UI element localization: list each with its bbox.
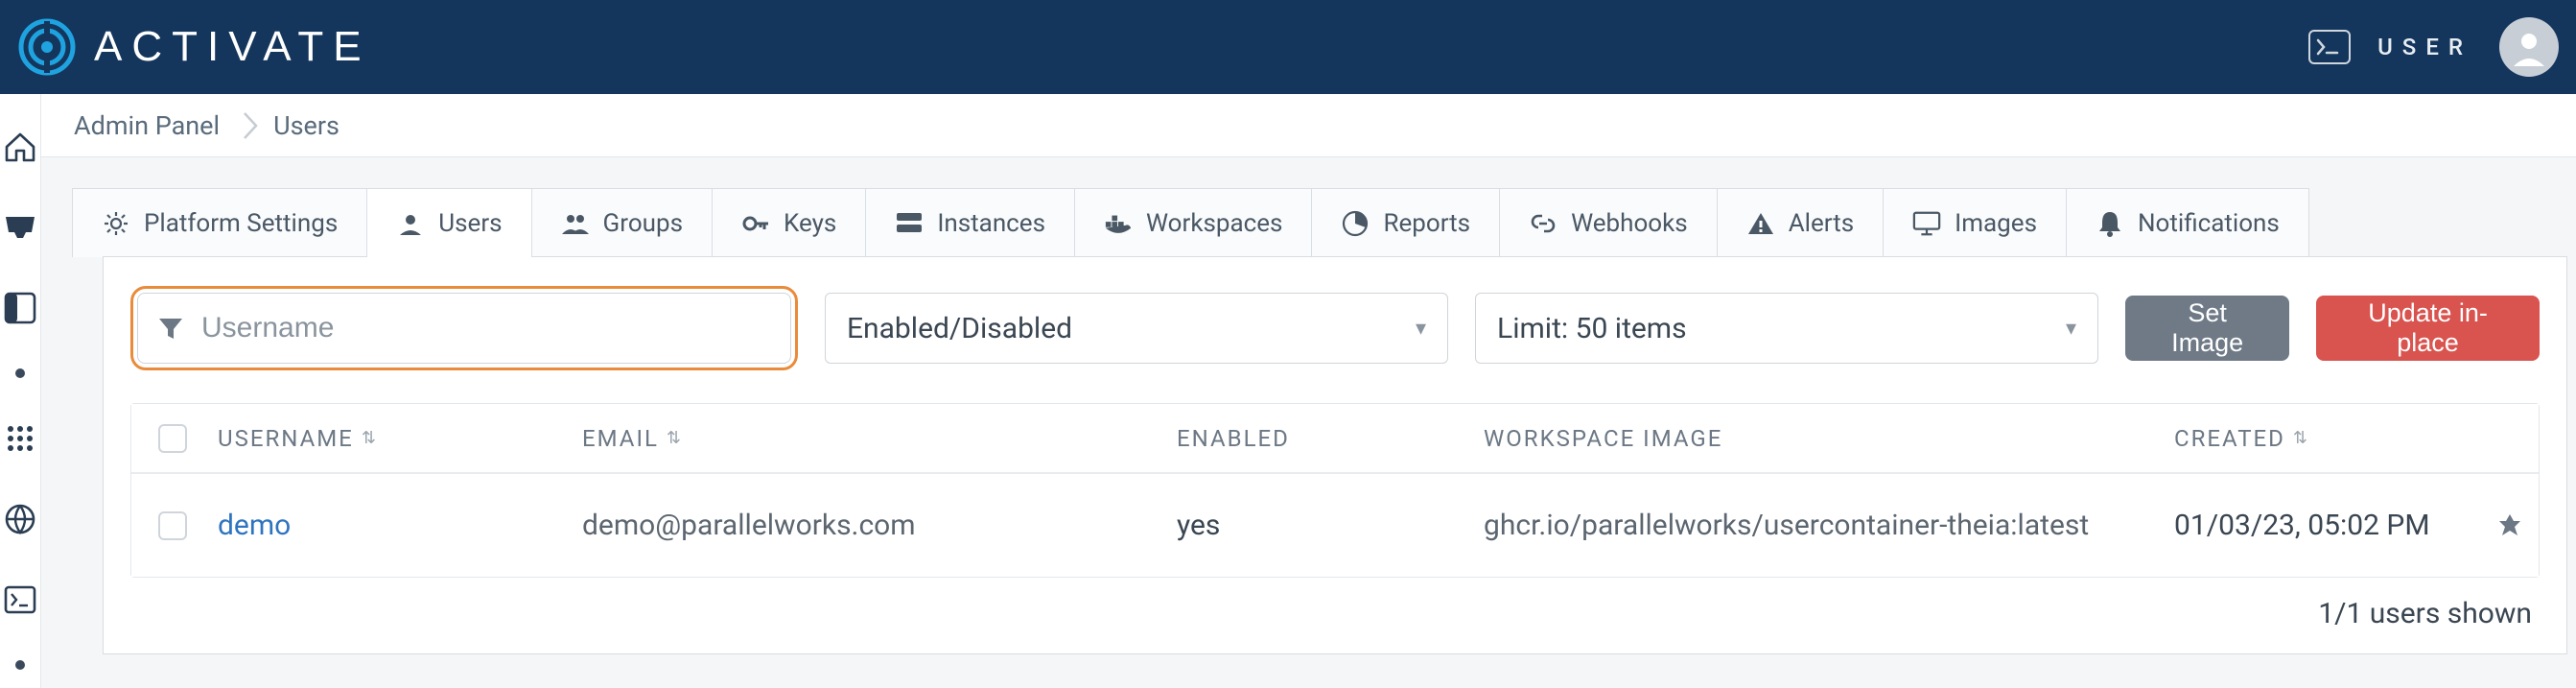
grid-icon[interactable]	[0, 418, 40, 459]
username-filter[interactable]	[137, 293, 791, 364]
column-label: USERNAME	[218, 425, 354, 452]
left-rail	[0, 94, 41, 688]
pie-icon	[1341, 209, 1370, 238]
tabs: Platform Settings Users Groups Keys	[72, 188, 2576, 257]
tab-label: Webhooks	[1571, 209, 1688, 238]
tab-label: Alerts	[1789, 209, 1854, 238]
brand-name: ACTIVATE	[94, 23, 371, 71]
tab-label: Instances	[937, 209, 1045, 238]
breadcrumb-item-users[interactable]: Users	[273, 110, 363, 141]
brand: ACTIVATE	[17, 17, 371, 77]
cell-email: demo@parallelworks.com	[582, 509, 1177, 542]
topbar-right: USER	[2308, 17, 2559, 77]
limit-select-value: Limit: 50 items	[1497, 312, 1687, 345]
update-in-place-button[interactable]: Update in-place	[2316, 296, 2540, 361]
bell-icon	[2096, 209, 2124, 238]
tab-label: Notifications	[2138, 209, 2280, 238]
tab-label: Users	[438, 209, 502, 238]
home-icon[interactable]	[0, 127, 40, 167]
enabled-select-value: Enabled/Disabled	[847, 312, 1072, 345]
tab-reports[interactable]: Reports	[1312, 188, 1500, 257]
tab-label: Groups	[603, 209, 683, 238]
limit-select[interactable]: Limit: 50 items ▾	[1475, 293, 2098, 364]
tab-notifications[interactable]: Notifications	[2067, 188, 2309, 257]
key-icon	[741, 209, 770, 238]
brand-logo-icon	[17, 17, 77, 77]
tab-images[interactable]: Images	[1884, 188, 2067, 257]
docker-icon	[1104, 209, 1133, 238]
filter-row: Enabled/Disabled ▾ Limit: 50 items ▾ Set…	[130, 286, 2540, 370]
filter-icon	[157, 315, 184, 342]
cell-workspace-image: ghcr.io/parallelworks/usercontainer-thei…	[1484, 509, 2174, 542]
column-label: CREATED	[2174, 425, 2285, 452]
terminal-icon[interactable]	[2308, 30, 2351, 64]
monitor-icon	[1912, 209, 1941, 238]
sort-icon: ⇅	[667, 428, 683, 448]
panel: Enabled/Disabled ▾ Limit: 50 items ▾ Set…	[103, 256, 2567, 654]
set-image-button[interactable]: Set Image	[2125, 296, 2289, 361]
tab-label: Images	[1955, 209, 2037, 238]
username-input[interactable]	[201, 312, 771, 344]
globe-icon[interactable]	[0, 499, 40, 539]
chevron-down-icon: ▾	[2066, 317, 2076, 341]
table-footer: 1/1 users shown	[130, 578, 2540, 636]
sort-icon: ⇅	[2293, 428, 2309, 448]
user-icon	[396, 209, 425, 238]
table-header: USERNAME ⇅ EMAIL ⇅ ENABLED WORKSPACE IMAGE…	[131, 404, 2539, 473]
rail-dot[interactable]	[15, 368, 25, 378]
row-action-icon[interactable]	[2481, 511, 2539, 540]
tab-instances[interactable]: Instances	[866, 188, 1075, 257]
user-label[interactable]: USER	[2377, 34, 2472, 60]
alert-icon	[1746, 209, 1775, 238]
chevron-down-icon: ▾	[1416, 317, 1426, 341]
console-icon[interactable]	[0, 580, 40, 620]
cell-username[interactable]: demo	[218, 509, 582, 542]
column-enabled[interactable]: ENABLED	[1177, 425, 1484, 452]
sort-icon: ⇅	[362, 428, 378, 448]
tab-keys[interactable]: Keys	[713, 188, 866, 257]
gear-icon	[102, 209, 130, 238]
table-row: demo demo@parallelworks.com yes ghcr.io/…	[131, 473, 2539, 577]
cell-enabled: yes	[1177, 509, 1484, 542]
topbar: ACTIVATE USER	[0, 0, 2576, 94]
column-username[interactable]: USERNAME ⇅	[218, 425, 582, 452]
tab-label: Keys	[784, 209, 836, 238]
username-filter-highlight	[130, 286, 798, 370]
select-all-checkbox[interactable]	[158, 424, 187, 453]
avatar[interactable]	[2499, 17, 2559, 77]
enabled-select[interactable]: Enabled/Disabled ▾	[825, 293, 1448, 364]
tab-label: Reports	[1383, 209, 1470, 238]
tab-users[interactable]: Users	[367, 188, 531, 257]
tab-platform-settings[interactable]: Platform Settings	[72, 188, 367, 257]
link-icon	[1529, 209, 1557, 238]
group-icon	[561, 209, 590, 238]
column-label: ENABLED	[1177, 425, 1290, 452]
tab-groups[interactable]: Groups	[532, 188, 713, 257]
tab-workspaces[interactable]: Workspaces	[1075, 188, 1312, 257]
tab-label: Workspaces	[1146, 209, 1282, 238]
cell-created: 01/03/23, 05:02 PM	[2174, 509, 2481, 542]
breadcrumb-separator	[243, 111, 273, 140]
inbox-icon[interactable]	[0, 207, 40, 248]
server-icon	[895, 209, 924, 238]
tab-alerts[interactable]: Alerts	[1718, 188, 1884, 257]
column-label: EMAIL	[582, 425, 659, 452]
breadcrumb-item-admin[interactable]: Admin Panel	[74, 110, 243, 141]
tab-label: Platform Settings	[144, 209, 338, 238]
panel-icon[interactable]	[0, 288, 40, 328]
row-checkbox[interactable]	[158, 511, 187, 540]
rail-dot-2[interactable]	[15, 660, 25, 670]
users-table: USERNAME ⇅ EMAIL ⇅ ENABLED WORKSPACE IMAGE…	[130, 403, 2540, 578]
column-workspace-image[interactable]: WORKSPACE IMAGE	[1484, 425, 2174, 452]
column-email[interactable]: EMAIL ⇅	[582, 425, 1177, 452]
breadcrumb: Admin Panel Users	[41, 94, 2576, 157]
column-created[interactable]: CREATED ⇅	[2174, 425, 2481, 452]
column-label: WORKSPACE IMAGE	[1484, 425, 1722, 452]
tab-webhooks[interactable]: Webhooks	[1500, 188, 1718, 257]
